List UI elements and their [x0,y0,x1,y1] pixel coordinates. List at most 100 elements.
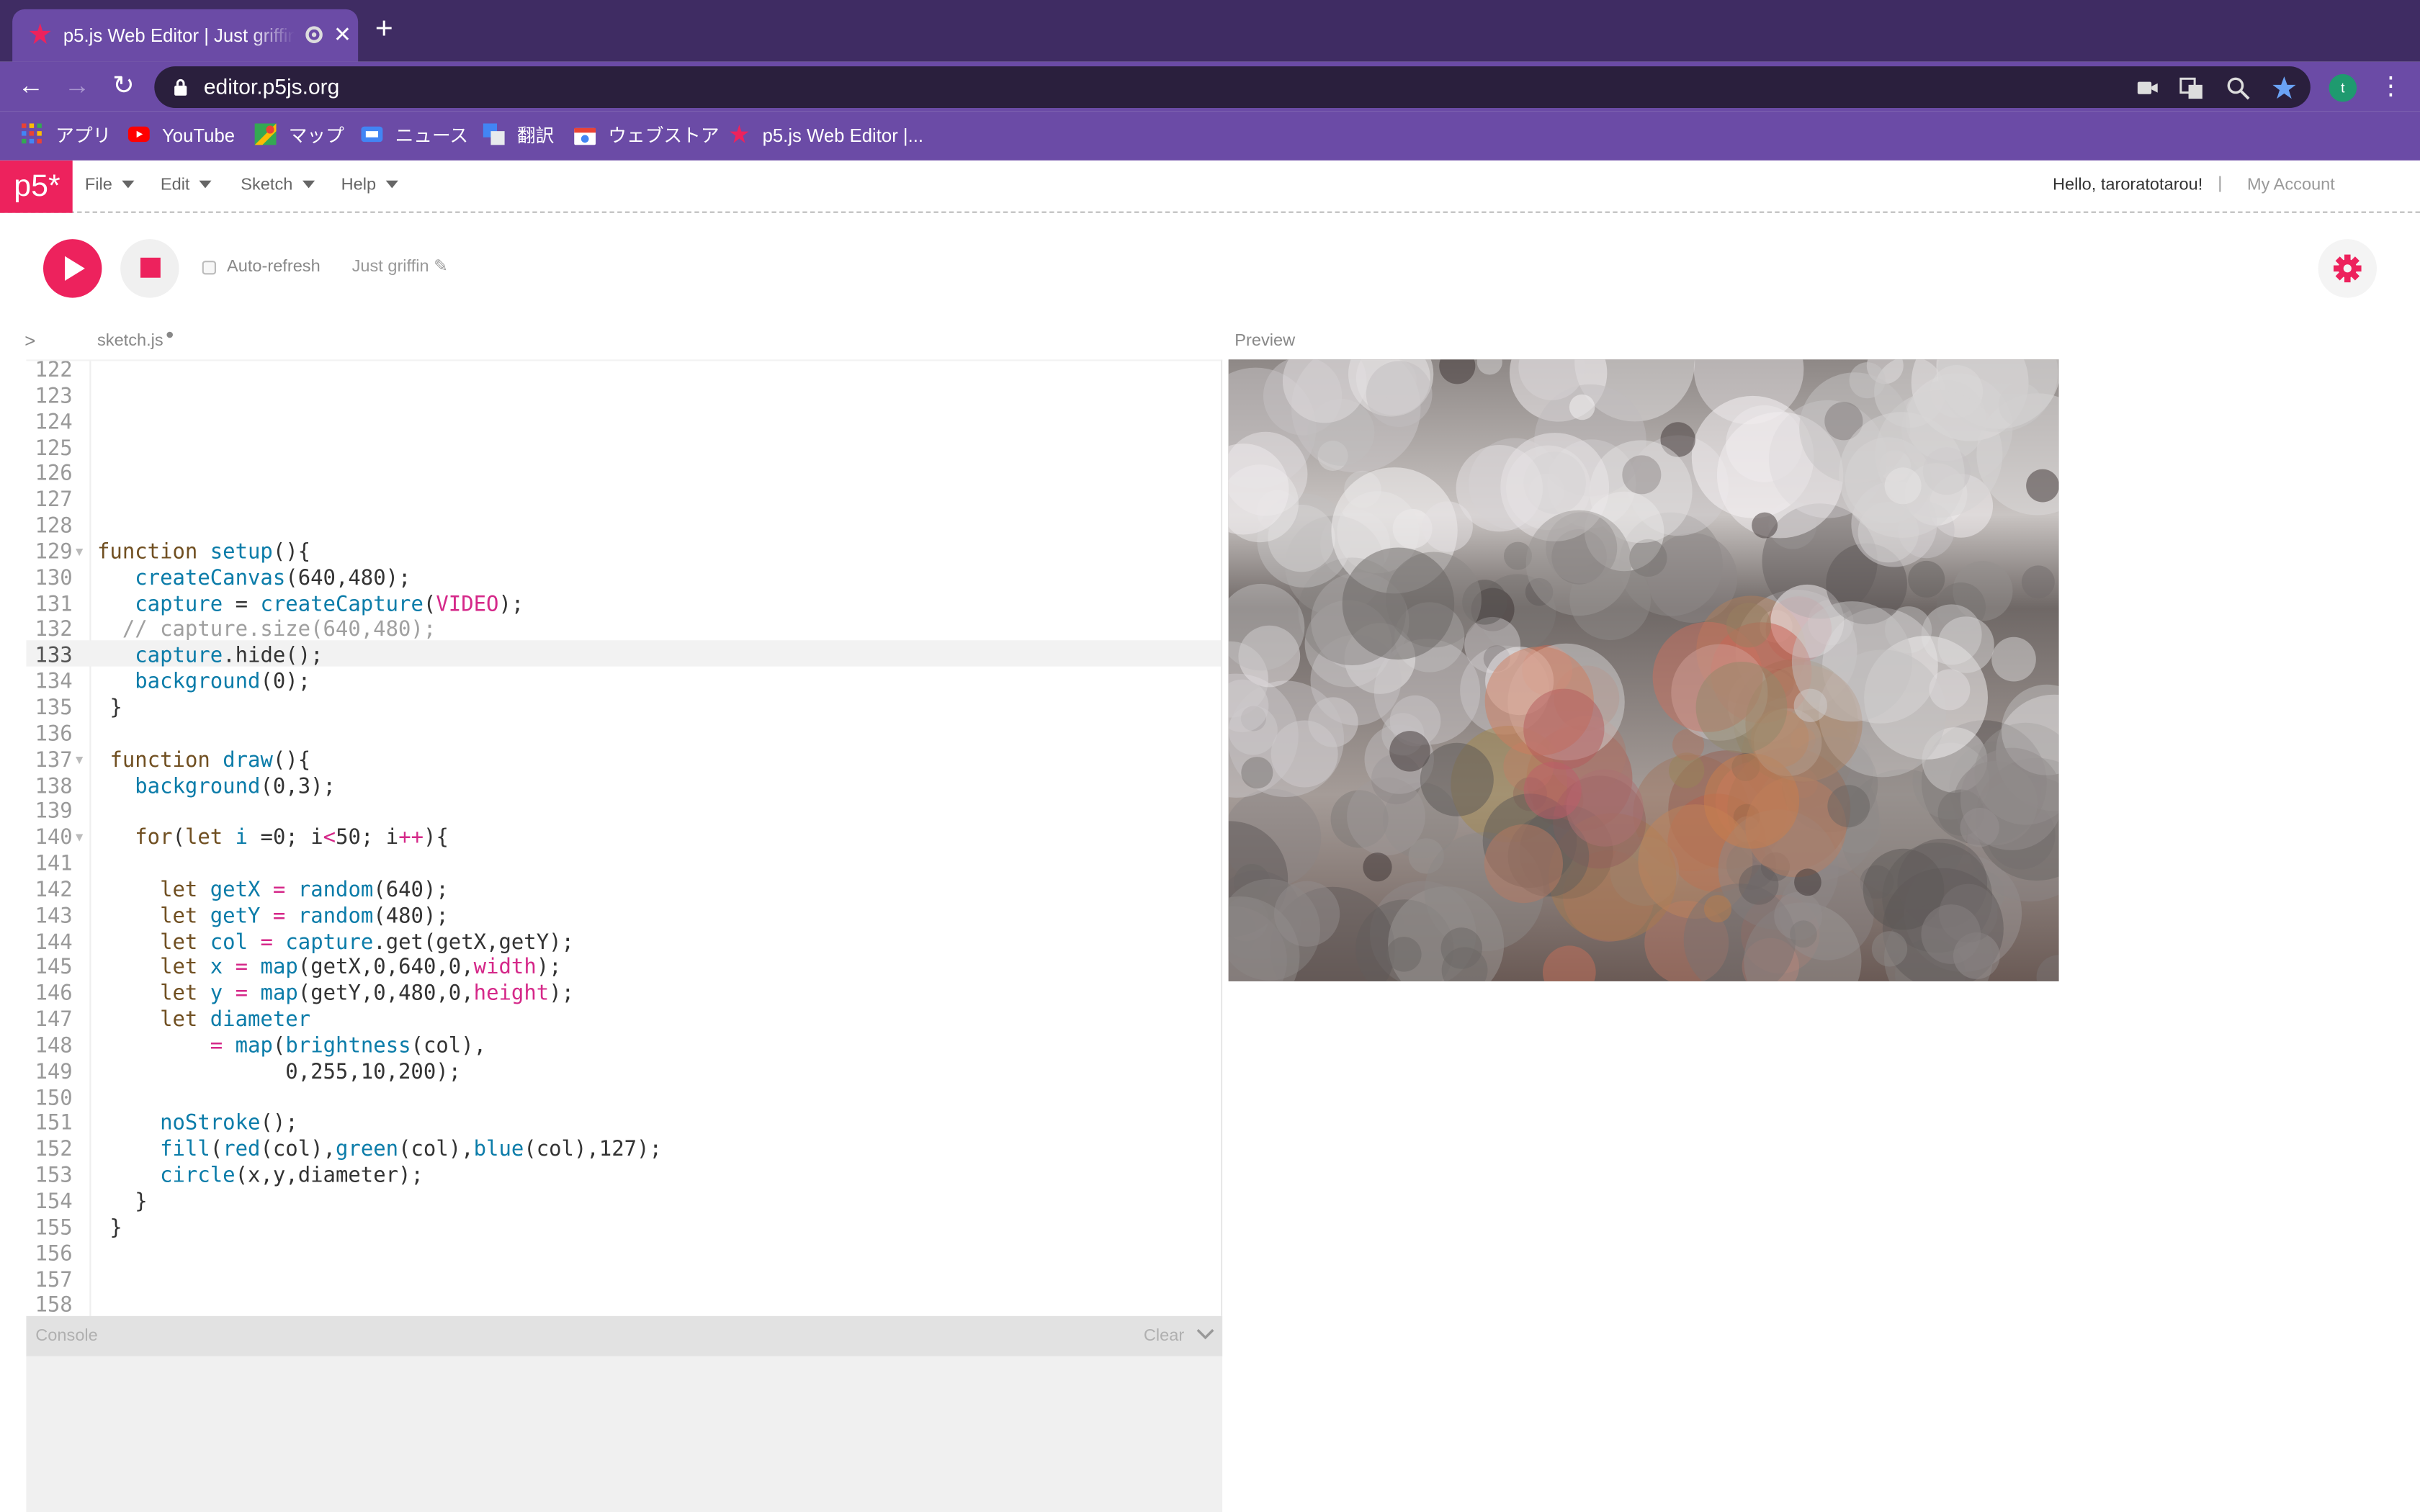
code-line[interactable]: 144 let col = capture.get(getX,getY); [26,930,1221,955]
code-text: circle(x,y,diameter); [160,1164,424,1189]
line-number: 128 [35,513,73,539]
back-icon[interactable]: ← [15,71,46,102]
code-line[interactable]: 131 capture = createCapture(VIDEO); [26,592,1221,618]
code-line[interactable]: 135 } [26,696,1221,721]
code-line[interactable]: 125 [26,436,1221,462]
code-line[interactable]: 123 [26,384,1221,410]
bokeh-circle [1241,757,1273,789]
code-line[interactable]: 139 [26,800,1221,826]
code-editor[interactable]: 122 123 124 125 126 127 128 129 ▼ function setup(… [26,359,1223,1316]
code-line[interactable]: 132 // capture.size(640,480); [26,618,1221,644]
code-line[interactable]: 157 [26,1267,1221,1293]
code-line[interactable]: 152 fill(red(col),green(col),blue(col),1… [26,1138,1221,1164]
code-line[interactable]: 130 createCanvas(640,480); [26,566,1221,592]
settings-button[interactable] [2318,239,2377,298]
code-line[interactable]: 141 [26,852,1221,878]
my-account-menu[interactable]: My Account [2247,176,2335,194]
menu-file[interactable]: File [85,176,134,194]
code-line[interactable]: 156 [26,1241,1221,1267]
chrome-menu-icon[interactable]: ⋮ [2378,71,2403,102]
code-lines[interactable]: 122 123 124 125 126 127 128 129 ▼ function setup(… [26,361,1221,1316]
code-line[interactable]: 127 [26,488,1221,514]
forward-icon[interactable]: → [62,71,93,102]
bookmark-youtube[interactable]: YouTube [127,122,235,150]
code-line[interactable]: 149 0,255,10,200); [26,1060,1221,1086]
camera-icon[interactable] [2133,74,2161,102]
bookmark-webstore[interactable]: ウェブストア [574,122,720,150]
bokeh-circle [1273,881,1340,947]
bokeh-circle [1991,636,2036,682]
code-line[interactable]: 154 } [26,1189,1221,1215]
collapse-chevron-icon[interactable] [1195,1326,1216,1344]
bokeh-circle [1790,920,1817,948]
console-panel: Console Clear [26,1315,1223,1512]
stop-button[interactable] [120,239,179,298]
code-line[interactable]: 129 ▼ function setup(){ [26,540,1221,566]
menu-sketch[interactable]: Sketch [241,176,315,194]
code-line[interactable]: 150 [26,1086,1221,1112]
code-line[interactable]: 145 let x = map(getX,0,640,0,width); [26,955,1221,981]
fold-arrow-icon[interactable]: ▼ [76,540,83,566]
bookmark-news[interactable]: ニュース [361,122,468,150]
bokeh-circle [1366,361,1433,428]
browser-tab[interactable]: p5.js Web Editor | Just griffin ✕ [12,9,359,62]
code-text: for(let i =0; i<50; i++){ [135,825,449,851]
code-line[interactable]: 124 [26,410,1221,436]
code-line[interactable]: 142 let getX = random(640); [26,878,1221,904]
close-tab-icon[interactable]: ✕ [333,22,351,48]
clear-console-button[interactable]: Clear [1144,1327,1184,1346]
code-line[interactable]: 126 [26,462,1221,488]
translate-bookmark-icon [483,123,505,145]
bokeh-circle [1921,904,1981,964]
reload-icon[interactable]: ↻ [108,71,139,102]
code-line[interactable]: 128 [26,513,1221,540]
bookmark-maps[interactable]: マップ [254,122,344,150]
code-text: function draw(){ [109,747,311,773]
code-line[interactable]: 153 circle(x,y,diameter); [26,1164,1221,1189]
address-bar[interactable]: editor.p5js.org [154,66,2311,108]
bookmark-p5[interactable]: p5.js Web Editor |... [728,122,923,150]
zoom-icon[interactable] [2224,74,2252,102]
line-number: 134 [35,670,73,695]
menu-edit[interactable]: Edit [161,176,212,194]
p5-menu-bar: p5* File Edit Sketch Help Hello, tarorat… [0,160,2420,213]
code-line[interactable]: 138 background(0,3); [26,774,1221,800]
code-line[interactable]: 146 let y = map(getY,0,480,0,height); [26,981,1221,1007]
code-line[interactable]: 122 [26,361,1221,384]
fold-arrow-icon[interactable]: ▼ [76,748,83,774]
fold-arrow-icon[interactable]: ▼ [76,826,83,852]
file-tab[interactable]: sketch.js [97,331,173,350]
browser-tab-strip: p5.js Web Editor | Just griffin ✕ + [0,0,2420,62]
bookmark-star-icon[interactable] [2270,74,2298,102]
bokeh-circle [1228,705,1278,755]
menu-help[interactable]: Help [341,176,398,194]
auto-refresh-checkbox[interactable] [202,261,216,275]
translate-icon[interactable] [2178,74,2206,102]
code-line[interactable]: 148 = map(brightness(col), [26,1034,1221,1060]
p5-star-favicon-icon [29,23,51,45]
new-tab-button[interactable]: + [375,14,393,45]
code-line[interactable]: 136 [26,721,1221,747]
profile-avatar[interactable]: t [2329,73,2357,102]
sketch-name[interactable]: Just griffin ✎ [352,256,448,276]
sidebar-toggle-chevron-icon[interactable]: > [24,330,35,352]
code-line[interactable]: 143 let getY = random(480); [26,904,1221,930]
line-number: 142 [35,878,73,903]
code-line[interactable]: 151 noStroke(); [26,1112,1221,1138]
youtube-icon [127,126,150,143]
code-text: } [97,1215,122,1241]
code-line[interactable]: 158 [26,1294,1221,1316]
code-line[interactable]: 147 let diameter [26,1007,1221,1033]
code-line[interactable]: 140 ▼ for(let i =0; i<50; i++){ [26,825,1221,852]
bookmark-apps[interactable]: アプリ [22,122,111,150]
code-text: } [97,1189,148,1215]
sketch-preview-canvas [1228,359,2059,981]
code-line[interactable]: 137 ▼ function draw(){ [26,747,1221,774]
play-button[interactable] [43,239,102,298]
bookmark-translate[interactable]: 翻訳 [483,122,554,150]
code-line[interactable]: 133 capture.hide(); [26,644,1221,670]
bokeh-circle [1523,688,1605,770]
code-line[interactable]: 134 background(0); [26,670,1221,696]
code-line[interactable]: 155 } [26,1215,1221,1241]
p5-logo[interactable]: p5* [0,160,73,213]
